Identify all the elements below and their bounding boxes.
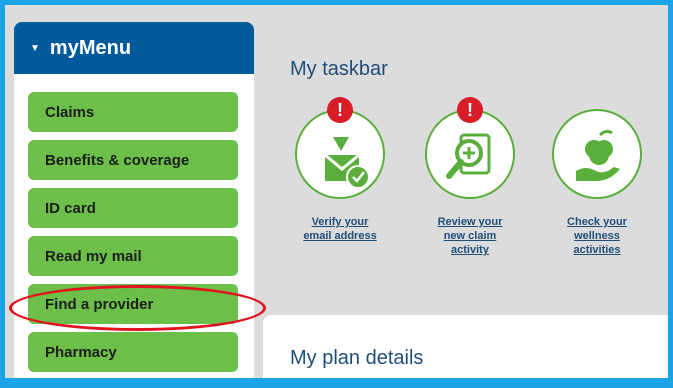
chevron-down-icon: ▼ (30, 42, 40, 54)
task-label[interactable]: Review your new claim activity (410, 215, 530, 257)
menu-item-pharmacy[interactable]: Pharmacy (28, 332, 238, 372)
wellness-apple-icon (576, 129, 620, 181)
app-frame: ▼ myMenu Claims Benefits & coverage ID c… (5, 5, 668, 378)
task-review-claim[interactable]: ! Review your new claim activity (410, 97, 530, 257)
email-verify-icon (324, 137, 370, 189)
task-circle (552, 109, 642, 199)
plan-title: My plan details (290, 347, 424, 369)
task-label[interactable]: Check your wellness activities (537, 215, 657, 257)
menu-item-benefits-coverage[interactable]: Benefits & coverage (28, 140, 238, 180)
menu-title: myMenu (49, 36, 132, 59)
alert-icon: ! (457, 97, 483, 123)
taskbar-title: My taskbar (290, 58, 388, 80)
task-circle: ! (295, 97, 385, 199)
menu-header[interactable]: ▼ myMenu (14, 22, 254, 74)
menu-item-id-card[interactable]: ID card (28, 188, 238, 228)
task-verify-email[interactable]: ! Verify your email address (280, 97, 400, 243)
task-circle: ! (425, 97, 515, 199)
alert-icon: ! (327, 97, 353, 123)
plan-details-panel: My plan details (263, 315, 668, 378)
claim-review-icon (446, 133, 491, 179)
task-label[interactable]: Verify your email address (280, 215, 400, 243)
task-check-wellness[interactable]: Check your wellness activities (537, 109, 657, 257)
highlight-annotation (9, 285, 266, 331)
menu-item-read-my-mail[interactable]: Read my mail (28, 236, 238, 276)
menu-item-claims[interactable]: Claims (28, 92, 238, 132)
